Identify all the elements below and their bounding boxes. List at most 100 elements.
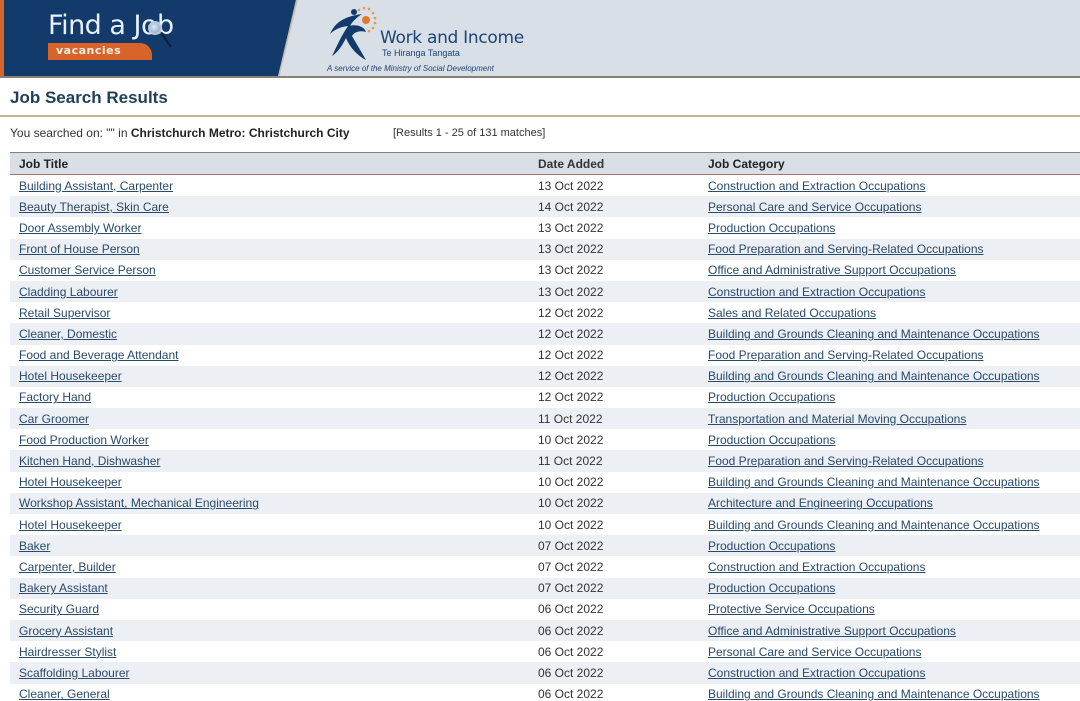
job-title-link[interactable]: Cladding Labourer [19, 285, 118, 299]
work-and-income-maori-title: Te Hiranga Tangata [382, 48, 460, 58]
job-title-link[interactable]: Customer Service Person [19, 263, 156, 277]
job-category-link[interactable]: Architecture and Engineering Occupations [708, 496, 933, 510]
accent-stripe [0, 0, 4, 76]
job-category-cell: Food Preparation and Serving-Related Occ… [699, 242, 1080, 256]
job-category-cell: Construction and Extraction Occupations [699, 179, 1080, 193]
job-category-cell: Transportation and Material Moving Occup… [699, 412, 1080, 426]
table-row: Baker 07 Oct 2022 Production Occupations [10, 535, 1080, 557]
work-and-income-title[interactable]: Work and Income [380, 28, 524, 48]
date-added-cell: 06 Oct 2022 [538, 687, 604, 701]
job-category-link[interactable]: Office and Administrative Support Occupa… [708, 624, 956, 638]
job-category-cell: Architecture and Engineering Occupations [699, 496, 1080, 510]
column-header-job-title: Job Title [19, 156, 69, 171]
job-title-cell: Retail Supervisor [10, 306, 529, 320]
job-title-link[interactable]: Bakery Assistant [19, 581, 108, 595]
job-category-link[interactable]: Food Preparation and Serving-Related Occ… [708, 454, 984, 468]
job-category-link[interactable]: Personal Care and Service Occupations [708, 645, 921, 659]
vacancies-label: vacancies [56, 44, 122, 57]
job-title-cell: Building Assistant, Carpenter [10, 179, 529, 193]
job-category-link[interactable]: Personal Care and Service Occupations [708, 200, 921, 214]
job-title-link[interactable]: Grocery Assistant [19, 624, 113, 638]
job-category-cell: Production Occupations [699, 539, 1080, 553]
date-added-cell: 13 Oct 2022 [538, 178, 604, 193]
job-category-link[interactable]: Construction and Extraction Occupations [708, 666, 925, 680]
job-category-cell: Building and Grounds Cleaning and Mainte… [699, 475, 1080, 489]
job-title-cell: Bakery Assistant [10, 581, 529, 595]
job-category-link[interactable]: Production Occupations [708, 539, 835, 553]
job-category-cell: Building and Grounds Cleaning and Mainte… [699, 518, 1080, 532]
job-category-link[interactable]: Office and Administrative Support Occupa… [708, 263, 956, 277]
date-added-cell: 06 Oct 2022 [538, 644, 604, 659]
job-title-cell: Grocery Assistant [10, 624, 529, 638]
job-category-cell: Construction and Extraction Occupations [699, 666, 1080, 680]
table-row: Hotel Housekeeper 12 Oct 2022 Building and… [10, 365, 1080, 387]
job-category-link[interactable]: Construction and Extraction Occupations [708, 285, 925, 299]
job-title-link[interactable]: Security Guard [19, 602, 99, 616]
job-category-link[interactable]: Production Occupations [708, 221, 835, 235]
date-added-cell: 06 Oct 2022 [538, 665, 604, 680]
table-header: Job Title Date Added Job Category [10, 152, 1080, 175]
job-category-link[interactable]: Protective Service Occupations [708, 602, 875, 616]
job-title-link[interactable]: Door Assembly Worker [19, 221, 141, 235]
table-row: Food Production Worker 10 Oct 2022 Product… [10, 429, 1080, 450]
results-count: [Results 1 - 25 of 131 matches] [393, 127, 546, 139]
job-category-link[interactable]: Building and Grounds Cleaning and Mainte… [708, 475, 1040, 489]
job-title-link[interactable]: Scaffolding Labourer [19, 666, 130, 680]
job-title-link[interactable]: Retail Supervisor [19, 306, 110, 320]
date-added-cell: 11 Oct 2022 [538, 411, 603, 426]
table-row: Hotel Housekeeper 10 Oct 2022 Building and… [10, 514, 1080, 535]
job-category-cell: Food Preparation and Serving-Related Occ… [699, 348, 1080, 362]
job-title-link[interactable]: Baker [19, 539, 50, 553]
table-row: Cleaner, General 06 Oct 2022 Building and … [10, 684, 1080, 701]
job-category-link[interactable]: Production Occupations [708, 390, 835, 404]
job-title-link[interactable]: Factory Hand [19, 390, 91, 404]
table-row: Front of House Person 13 Oct 2022 Food Pre… [10, 238, 1080, 260]
job-title-link[interactable]: Cleaner, Domestic [19, 327, 117, 341]
job-category-link[interactable]: Sales and Related Occupations [708, 306, 876, 320]
job-title-link[interactable]: Hotel Housekeeper [19, 518, 122, 532]
job-title-cell: Cleaner, Domestic [10, 327, 529, 341]
job-title-link[interactable]: Kitchen Hand, Dishwasher [19, 454, 160, 468]
job-title-link[interactable]: Food and Beverage Attendant [19, 348, 178, 362]
table-row: Car Groomer 11 Oct 2022 Transportation and… [10, 408, 1080, 430]
job-category-link[interactable]: Production Occupations [708, 433, 835, 447]
job-category-cell: Sales and Related Occupations [699, 306, 1080, 320]
job-category-link[interactable]: Building and Grounds Cleaning and Mainte… [708, 369, 1040, 383]
search-prefix: You searched on: "" in [10, 126, 131, 140]
job-category-link[interactable]: Production Occupations [708, 581, 835, 595]
date-added-cell: 14 Oct 2022 [538, 199, 604, 214]
job-title-cell: Carpenter, Builder [10, 560, 529, 574]
job-category-cell: Production Occupations [699, 390, 1080, 404]
job-category-cell: Construction and Extraction Occupations [699, 285, 1080, 299]
job-category-link[interactable]: Construction and Extraction Occupations [708, 560, 925, 574]
date-added-cell: 10 Oct 2022 [538, 432, 604, 447]
divider [0, 115, 1080, 117]
job-title-link[interactable]: Food Production Worker [19, 433, 149, 447]
job-title-cell: Front of House Person [10, 242, 529, 256]
job-category-link[interactable]: Building and Grounds Cleaning and Mainte… [708, 687, 1040, 701]
job-title-link[interactable]: Carpenter, Builder [19, 560, 116, 574]
job-category-link[interactable]: Building and Grounds Cleaning and Mainte… [708, 518, 1040, 532]
job-title-link[interactable]: Building Assistant, Carpenter [19, 179, 173, 193]
job-category-cell: Building and Grounds Cleaning and Mainte… [699, 327, 1080, 341]
job-title-link[interactable]: Beauty Therapist, Skin Care [19, 200, 169, 214]
job-category-link[interactable]: Construction and Extraction Occupations [708, 179, 925, 193]
job-title-cell: Cleaner, General [10, 687, 529, 701]
search-location: Christchurch Metro: Christchurch City [130, 126, 350, 140]
job-title-link[interactable]: Cleaner, General [19, 687, 110, 701]
date-added-cell: 12 Oct 2022 [538, 369, 604, 384]
job-title-link[interactable]: Car Groomer [19, 412, 89, 426]
job-title-link[interactable]: Workshop Assistant, Mechanical Engineeri… [19, 496, 259, 510]
date-added-cell: 12 Oct 2022 [538, 305, 604, 320]
job-category-link[interactable]: Food Preparation and Serving-Related Occ… [708, 348, 984, 362]
job-title-link[interactable]: Hairdresser Stylist [19, 645, 116, 659]
job-title-cell: Cladding Labourer [10, 285, 529, 299]
ministry-tagline: A service of the Ministry of Social Deve… [327, 64, 494, 73]
job-title-link[interactable]: Hotel Housekeeper [19, 475, 122, 489]
job-category-link[interactable]: Food Preparation and Serving-Related Occ… [708, 242, 984, 256]
job-category-link[interactable]: Building and Grounds Cleaning and Mainte… [708, 327, 1040, 341]
job-title-link[interactable]: Hotel Housekeeper [19, 369, 122, 383]
date-added-cell: 07 Oct 2022 [538, 559, 604, 574]
job-category-link[interactable]: Transportation and Material Moving Occup… [708, 412, 966, 426]
job-title-link[interactable]: Front of House Person [19, 242, 140, 256]
